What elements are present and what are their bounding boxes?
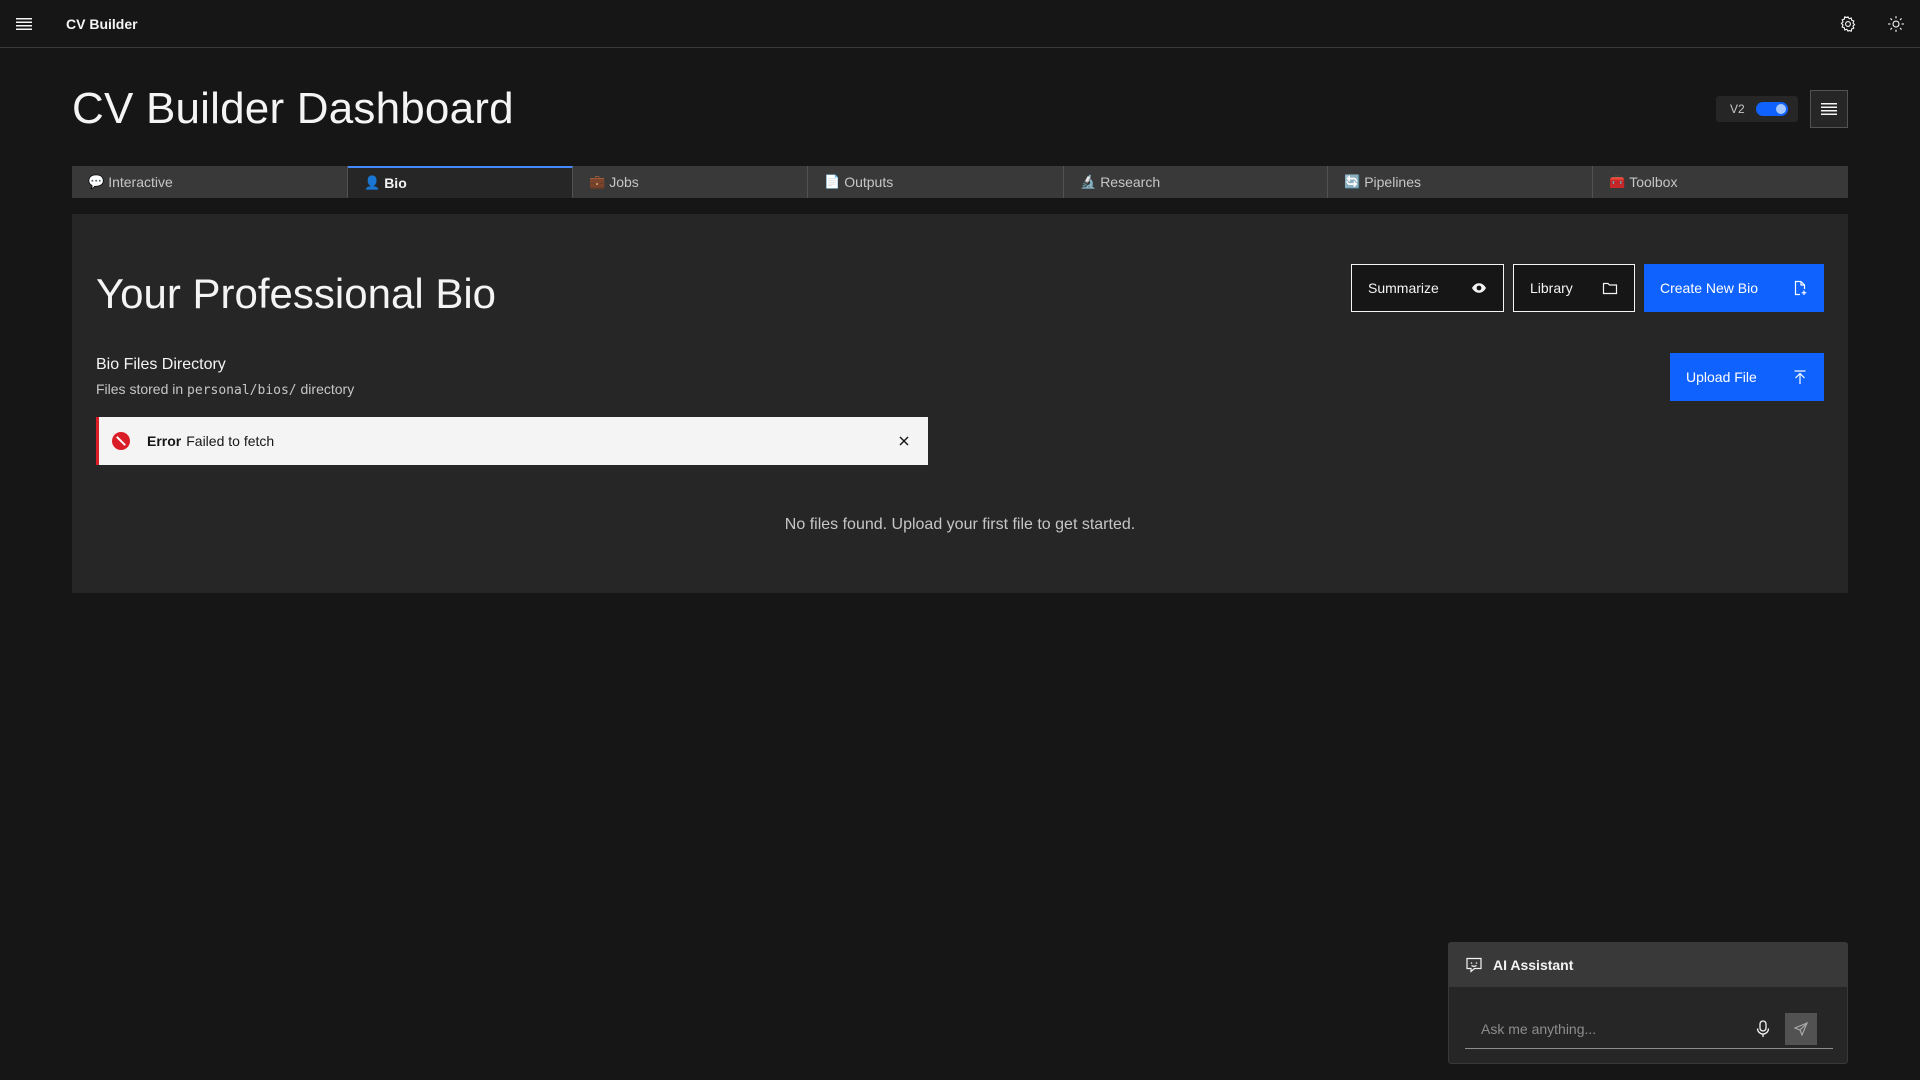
upload-label: Upload File [1686, 369, 1757, 385]
ai-assistant-header[interactable]: AI Assistant [1449, 943, 1847, 987]
tab-research[interactable]: 🔬 Research [1064, 166, 1328, 198]
tab-jobs[interactable]: 💼 Jobs [573, 166, 808, 198]
library-button[interactable]: Library [1513, 264, 1635, 312]
tab-interactive[interactable]: 💬 Interactive [72, 166, 348, 198]
close-icon[interactable] [892, 429, 916, 453]
error-notification: Error Failed to fetch [96, 417, 928, 465]
tab-label: Interactive [108, 174, 173, 190]
tab-outputs[interactable]: 📄 Outputs [808, 166, 1064, 198]
tab-toolbox[interactable]: 🧰 Toolbox [1593, 166, 1848, 198]
sun-icon[interactable] [1872, 0, 1920, 48]
tab-label: Pipelines [1364, 174, 1422, 190]
empty-state-message: No files found. Upload your first file t… [784, 516, 1136, 533]
error-icon [111, 431, 131, 451]
toggle-switch[interactable] [1756, 102, 1788, 116]
toolbox-icon: 🧰 [1609, 174, 1626, 189]
list-icon [1821, 103, 1837, 115]
directory-title: Bio Files Directory [96, 356, 226, 373]
version-toggle[interactable]: V2 [1716, 96, 1798, 122]
gear-icon[interactable] [1824, 0, 1872, 48]
version-label: V2 [1730, 102, 1745, 116]
tab-label: Research [1100, 174, 1161, 190]
ai-assistant-title: AI Assistant [1493, 957, 1574, 973]
tab-list: 💬 Interactive 👤 Bio 💼 Jobs 📄 Outputs 🔬 R… [72, 166, 1848, 198]
error-title: Error [147, 433, 182, 449]
top-header: CV Builder [0, 0, 1920, 48]
toggle-knob [1776, 104, 1786, 114]
directory-prefix: Files stored in [96, 381, 184, 397]
upload-icon [1792, 369, 1808, 385]
hamburger-menu-icon[interactable] [0, 0, 48, 48]
create-label: Create New Bio [1660, 280, 1759, 296]
assistant-input-row [1465, 1008, 1833, 1049]
assistant-input[interactable] [1465, 1008, 1749, 1049]
summarize-label: Summarize [1368, 280, 1439, 296]
person-icon: 👤 [364, 175, 381, 190]
briefcase-icon: 💼 [589, 174, 606, 189]
document-icon: 📄 [824, 174, 841, 189]
directory-path: personal/bios/ [187, 383, 297, 398]
tab-pipelines[interactable]: 🔄 Pipelines [1328, 166, 1593, 198]
document-add-icon [1792, 280, 1808, 296]
tab-label: Jobs [609, 174, 639, 190]
microphone-icon[interactable] [1749, 1013, 1777, 1045]
folder-icon [1602, 280, 1618, 296]
send-icon [1794, 1021, 1808, 1036]
error-message: Failed to fetch [186, 433, 275, 449]
ai-assistant-panel: AI Assistant [1448, 942, 1848, 1064]
tab-label: Bio [384, 175, 407, 191]
create-new-bio-button[interactable]: Create New Bio [1644, 264, 1824, 312]
microscope-icon: 🔬 [1080, 174, 1097, 189]
speech-bubble-icon: 💬 [88, 174, 105, 189]
tab-label: Outputs [844, 174, 894, 190]
page-title: CV Builder Dashboard [72, 84, 514, 133]
tab-label: Toolbox [1629, 174, 1678, 190]
bio-panel: Your Professional Bio Summarize Library … [72, 214, 1848, 593]
eye-icon [1471, 280, 1487, 296]
chat-bot-icon [1465, 956, 1483, 974]
upload-file-button[interactable]: Upload File [1670, 353, 1824, 401]
tab-bio[interactable]: 👤 Bio [348, 166, 573, 198]
directory-suffix: directory [300, 381, 355, 397]
summarize-button[interactable]: Summarize [1351, 264, 1504, 312]
library-label: Library [1530, 280, 1573, 296]
refresh-icon: 🔄 [1344, 174, 1361, 189]
directory-subtitle: Files stored in personal/bios/ directory [96, 381, 354, 398]
app-name[interactable]: CV Builder [66, 16, 138, 32]
list-view-button[interactable] [1810, 90, 1848, 128]
send-button[interactable] [1785, 1012, 1817, 1045]
section-title: Your Professional Bio [96, 270, 497, 317]
